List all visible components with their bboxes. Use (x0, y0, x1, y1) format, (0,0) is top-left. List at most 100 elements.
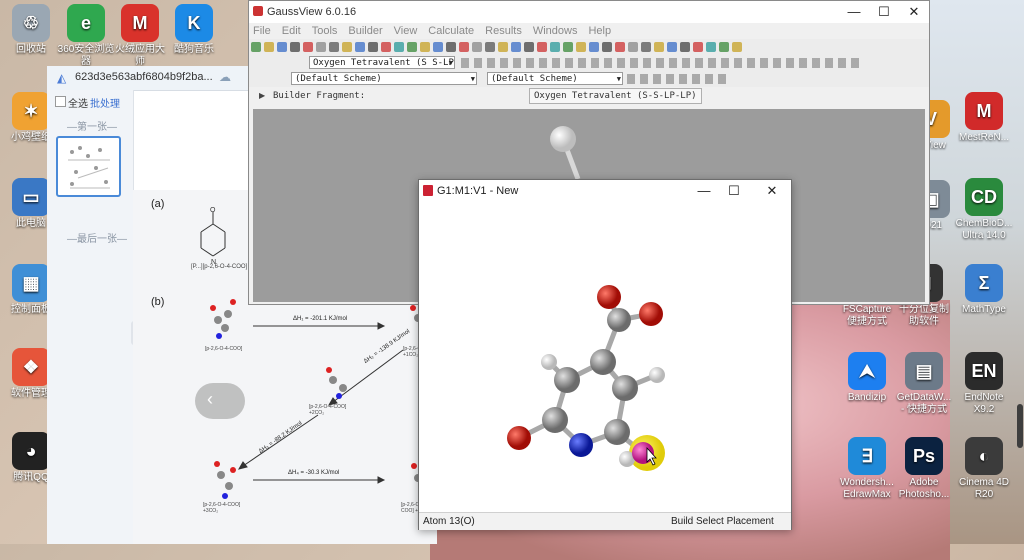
toolbar-button[interactable] (342, 42, 352, 52)
toolbar-icons-row3[interactable] (627, 74, 727, 84)
oxygen-atom[interactable] (639, 302, 663, 326)
menu-windows[interactable]: Windows (533, 23, 578, 39)
toolbar-button[interactable] (680, 42, 690, 52)
carbon-atom[interactable] (612, 375, 638, 401)
nitrogen-atom[interactable] (569, 433, 593, 457)
menu-file[interactable]: File (253, 23, 271, 39)
menu-view[interactable]: View (394, 23, 418, 39)
menu-results[interactable]: Results (485, 23, 522, 39)
expand-arrow-icon[interactable]: ▶ (259, 91, 265, 100)
scheme-combo-2[interactable]: (Default Scheme) ▼ (487, 72, 623, 85)
toolbar-button[interactable] (329, 42, 339, 52)
toolbar-button[interactable] (394, 42, 404, 52)
menu-help[interactable]: Help (588, 23, 611, 39)
toolbar-button[interactable] (498, 42, 508, 52)
toolbar-icons-row2[interactable] (461, 58, 861, 68)
toolbar-button[interactable] (537, 42, 547, 52)
carbon-atom[interactable] (590, 349, 616, 375)
desktop-icon[interactable]: M MestReN... (955, 92, 1013, 144)
close-icon[interactable]: ✕ (899, 1, 929, 23)
minimize-icon[interactable]: — (689, 180, 719, 202)
desktop-icon[interactable]: Σ MathType (955, 264, 1013, 316)
carbon-atom[interactable] (554, 367, 580, 393)
molecule-viewport[interactable] (419, 202, 791, 512)
desktop-icon[interactable]: CD ChemBioD... Ultra 14.0 (955, 178, 1013, 242)
cloud-icon[interactable]: ☁ (219, 70, 231, 84)
toolbar-button[interactable] (316, 42, 326, 52)
toolbar-button[interactable] (524, 42, 534, 52)
scheme-combo-1[interactable]: (Default Scheme) ▼ (291, 72, 477, 85)
toolbar-button[interactable] (732, 42, 742, 52)
desktop-icon[interactable]: ⮝ Bandizip (838, 352, 896, 404)
thumbnail-selected[interactable] (56, 136, 121, 197)
last-image-label: —最后一张— (67, 234, 127, 245)
select-all-checkbox[interactable] (55, 96, 66, 107)
desktop-icon[interactable]: e 360安全浏览器 (57, 4, 115, 68)
toolbar-button[interactable] (719, 42, 729, 52)
toolbar-button[interactable] (511, 42, 521, 52)
thumbnail-image (68, 146, 110, 189)
oxygen-atom[interactable] (597, 285, 621, 309)
toolbar-button[interactable] (654, 42, 664, 52)
desktop-icon-label: GetDataW... - 快捷方式 (896, 392, 952, 415)
toolbar-button[interactable] (693, 42, 703, 52)
desktop-icon[interactable]: ▤ GetDataW... - 快捷方式 (895, 352, 953, 416)
toolbar-button[interactable] (290, 42, 300, 52)
builder-fragment-button[interactable]: Oxygen Tetravalent (S-S-LP-LP) (529, 88, 702, 104)
toolbar-button[interactable] (667, 42, 677, 52)
toolbar-button[interactable] (277, 42, 287, 52)
toolbar-button[interactable] (251, 42, 261, 52)
toolbar-button[interactable] (446, 42, 456, 52)
toolbar-button[interactable] (706, 42, 716, 52)
desktop-scroll-handle[interactable] (1017, 404, 1023, 448)
toolbar-button[interactable] (303, 42, 313, 52)
hydrogen-atom[interactable] (541, 354, 557, 370)
toolbar-button[interactable] (641, 42, 651, 52)
menu-edit[interactable]: Edit (282, 23, 301, 39)
maximize-icon[interactable]: ☐ (869, 1, 899, 23)
toolbar-button[interactable] (472, 42, 482, 52)
carbon-atom[interactable] (604, 419, 630, 445)
desktop-icon[interactable]: ♲ 回收站 (2, 4, 60, 56)
desktop-icon[interactable]: EN EndNote X9.2 (955, 352, 1013, 416)
toolbar-button[interactable] (420, 42, 430, 52)
toolbar-button[interactable] (550, 42, 560, 52)
batch-process-link[interactable]: 批处理 (90, 95, 120, 110)
toolbar-button[interactable] (628, 42, 638, 52)
toolbar-button[interactable] (407, 42, 417, 52)
toolbar-button[interactable] (264, 42, 274, 52)
toolbar-button[interactable] (381, 42, 391, 52)
hydrogen-atom[interactable] (649, 367, 665, 383)
toolbar-button[interactable] (589, 42, 599, 52)
toolbar-button[interactable] (368, 42, 378, 52)
toolbar-button[interactable] (433, 42, 443, 52)
carbon-atom[interactable] (607, 308, 631, 332)
desktop-icon[interactable]: ◐ Cinema 4D R20 (955, 437, 1013, 501)
molecule-titlebar[interactable]: G1:M1:V1 - New — ☐ ✕ (419, 180, 791, 202)
prev-image-button[interactable]: ‹ (195, 383, 245, 419)
carbon-atom[interactable] (542, 407, 568, 433)
gaussview-titlebar[interactable]: GaussView 6.0.16 — ☐ ✕ (249, 1, 929, 23)
oxygen-atom[interactable] (507, 426, 531, 450)
menu-builder[interactable]: Builder (348, 23, 382, 39)
close-icon[interactable]: ✕ (757, 180, 787, 202)
toolbar-button[interactable] (602, 42, 612, 52)
toolbar-button[interactable] (485, 42, 495, 52)
toolbar-button[interactable] (563, 42, 573, 52)
desktop-icon[interactable]: Ps Adobe Photosho... (895, 437, 953, 501)
minimize-icon[interactable]: — (839, 1, 869, 23)
builder-fragment-bar: ▶ Builder Fragment: Oxygen Tetravalent (… (253, 87, 925, 107)
hydrogen-atom[interactable] (550, 126, 576, 152)
toolbar-button[interactable] (615, 42, 625, 52)
maximize-icon[interactable]: ☐ (719, 180, 749, 202)
toolbar-row-1 (249, 39, 929, 55)
desktop-icon[interactable]: ∃ Wondersh... EdrawMax (838, 437, 896, 501)
toolbar-button[interactable] (355, 42, 365, 52)
menu-tools[interactable]: Tools (312, 23, 338, 39)
menu-calculate[interactable]: Calculate (428, 23, 474, 39)
toolbar-button[interactable] (459, 42, 469, 52)
toolbar-button[interactable] (576, 42, 586, 52)
desktop-icon[interactable]: M 火绒应用大师 (111, 4, 169, 68)
desktop-icon[interactable]: K 酷狗音乐 (165, 4, 223, 56)
fragment-combo[interactable]: Oxygen Tetravalent (S S-LP ▼ (309, 56, 455, 69)
